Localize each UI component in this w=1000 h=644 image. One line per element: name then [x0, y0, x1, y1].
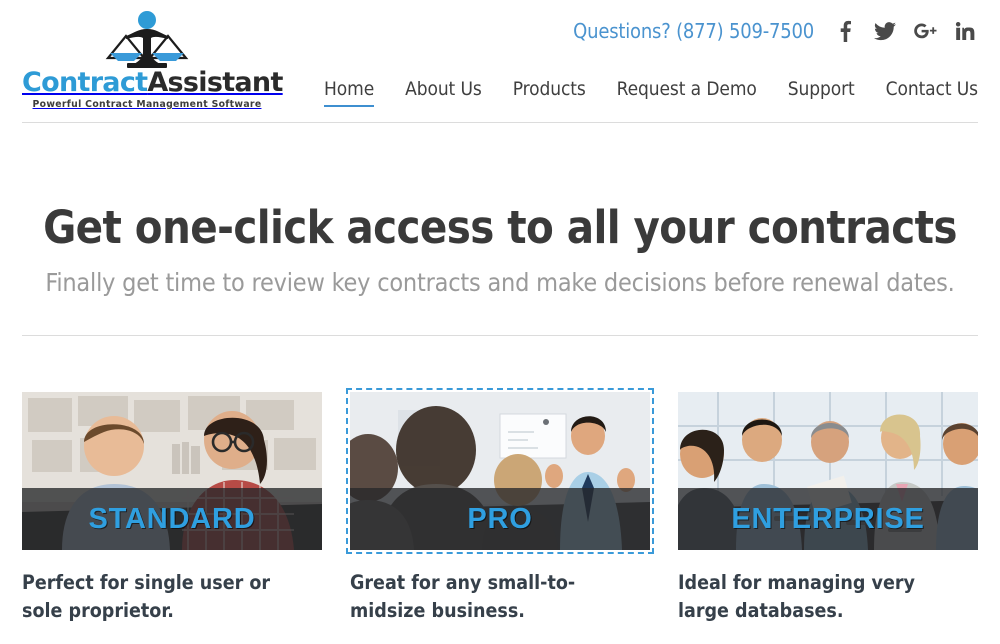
nav-item-about-us[interactable]: About Us [405, 78, 482, 105]
plan-caption-standard: Perfect for single user or sole propriet… [22, 571, 271, 622]
plan-caption-pro: Great for any small-to-midsize business. [350, 571, 576, 622]
header-contact-row: Questions? (877) 509-7500 [573, 16, 978, 46]
plan-caption-enterprise: Ideal for managing very large databases. [678, 571, 915, 622]
page-root: ContractAssistant Powerful Contract Mana… [0, 0, 1000, 644]
nav-item-home[interactable]: Home [324, 78, 374, 107]
nav-item-contact-us[interactable]: Contact Us [886, 78, 978, 105]
nav-item-support[interactable]: Support [788, 78, 855, 105]
plan-pro: PRO Great for any small-to-midsize busin… [346, 388, 654, 624]
plan-label-band-pro: PRO [350, 488, 650, 550]
logo-word-primary: Contract [22, 67, 148, 98]
plan-label-band-standard: STANDARD [22, 488, 322, 550]
phone-link[interactable]: Questions? (877) 509-7500 [573, 19, 814, 43]
plan-label-band-enterprise: ENTERPRISE [678, 488, 978, 550]
page-subtitle: Finally get time to review key contracts… [45, 267, 955, 297]
logo-wordmark: ContractAssistant [22, 67, 283, 98]
plan-card-standard[interactable]: STANDARD [22, 392, 322, 550]
site-logo[interactable]: ContractAssistant Powerful Contract Mana… [22, 8, 283, 110]
twitter-icon[interactable] [872, 16, 898, 46]
page-title: Get one-click access to all your contrac… [43, 201, 957, 254]
plan-card-enterprise[interactable]: ENTERPRISE [678, 392, 978, 550]
plan-enterprise: ENTERPRISE Ideal for managing very large… [678, 392, 978, 624]
plan-card-pro[interactable]: PRO [346, 388, 654, 554]
linkedin-icon[interactable] [952, 16, 978, 46]
plan-label-pro: PRO [467, 502, 533, 535]
nav-item-request-a-demo[interactable]: Request a Demo [617, 78, 757, 105]
plan-standard: STANDARD Perfect for single user or sole… [22, 392, 322, 624]
hero-divider [22, 335, 978, 336]
plan-label-standard: STANDARD [88, 502, 256, 535]
plan-cards: STANDARD Perfect for single user or sole… [22, 388, 978, 624]
plan-label-enterprise: ENTERPRISE [731, 502, 925, 535]
facebook-icon[interactable] [832, 16, 858, 46]
site-header: ContractAssistant Powerful Contract Mana… [0, 0, 1000, 120]
logo-tagline: Powerful Contract Management Software [32, 99, 262, 110]
main-navigation: Home About Us Products Request a Demo Su… [324, 78, 978, 107]
logo-word-secondary: Assistant [147, 67, 283, 98]
scales-of-justice-icon [105, 11, 189, 68]
google-plus-icon[interactable] [912, 16, 938, 46]
social-links [832, 16, 978, 46]
hero-section: Get one-click access to all your contrac… [0, 122, 1000, 297]
nav-item-products[interactable]: Products [513, 78, 586, 105]
